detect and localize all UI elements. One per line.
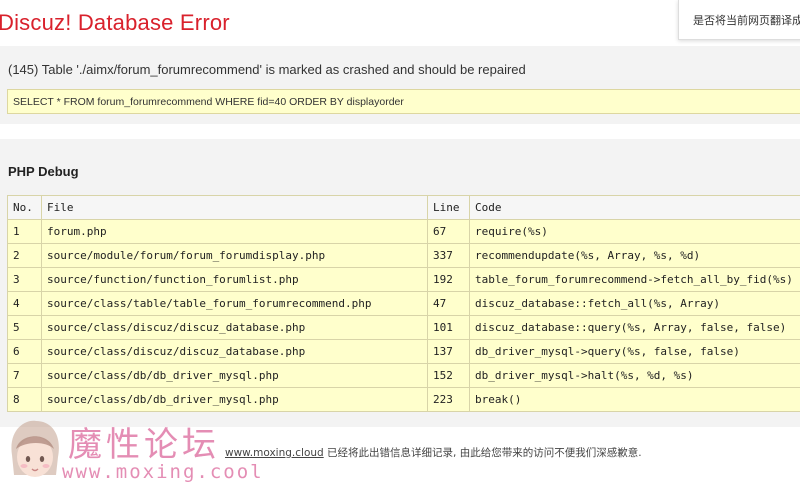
debug-title: PHP Debug (8, 164, 79, 179)
watermark-chinese-text: 魔性论坛 (68, 425, 220, 465)
cell-file: source/module/forum/forum_forumdisplay.p… (41, 243, 428, 268)
cell-line: 47 (427, 291, 470, 316)
cell-code: discuz_database::query(%s, Array, false,… (469, 315, 800, 340)
cell-line: 192 (427, 267, 470, 292)
cell-no: 4 (7, 291, 42, 316)
column-header-line: Line (427, 195, 470, 220)
cell-no: 1 (7, 219, 42, 244)
cell-file: source/class/discuz/discuz_database.php (41, 339, 428, 364)
cell-line: 223 (427, 387, 470, 412)
cell-file: source/function/function_forumlist.php (41, 267, 428, 292)
footer-link[interactable]: www.moxing.cloud (225, 447, 324, 459)
girl-face-icon (11, 420, 59, 477)
table-row: 8 source/class/db/db_driver_mysql.php 22… (7, 387, 800, 412)
table-row: 2 source/module/forum/forum_forumdisplay… (7, 243, 800, 268)
table-row: 4 source/class/table/table_forum_forumre… (7, 291, 800, 316)
cell-code: db_driver_mysql->query(%s, false, false) (469, 339, 800, 364)
error-message-box: (145) Table './aimx/forum_forumrecommend… (0, 46, 800, 124)
cell-line: 67 (427, 219, 470, 244)
cell-code: discuz_database::fetch_all(%s, Array) (469, 291, 800, 316)
watermark-url-text: www.moxing.cool (62, 461, 264, 483)
column-header-code: Code (469, 195, 800, 220)
sql-query-box: SELECT * FROM forum_forumrecommend WHERE… (7, 89, 800, 114)
cell-file: source/class/db/db_driver_mysql.php (41, 363, 428, 388)
cell-file: source/class/db/db_driver_mysql.php (41, 387, 428, 412)
cell-line: 337 (427, 243, 470, 268)
error-message: (145) Table './aimx/forum_forumrecommend… (8, 62, 526, 77)
cell-no: 7 (7, 363, 42, 388)
table-header-row: No. File Line Code (7, 195, 800, 220)
cell-no: 5 (7, 315, 42, 340)
forum-watermark: 魔性论坛 www.moxing.cool (4, 415, 262, 490)
error-title: Discuz! Database Error (0, 10, 230, 35)
cell-line: 101 (427, 315, 470, 340)
cell-line: 152 (427, 363, 470, 388)
column-header-file: File (41, 195, 428, 220)
cell-code: db_driver_mysql->halt(%s, %d, %s) (469, 363, 800, 388)
translate-prompt[interactable]: 是否将当前网页翻译成 (678, 0, 800, 40)
cell-code: recommendupdate(%s, Array, %s, %d) (469, 243, 800, 268)
cell-no: 6 (7, 339, 42, 364)
table-row: 3 source/function/function_forumlist.php… (7, 267, 800, 292)
footer-note: www.moxing.cloud 已经将此出错信息详细记录, 由此给您带来的访问… (225, 445, 642, 460)
table-row: 7 source/class/db/db_driver_mysql.php 15… (7, 363, 800, 388)
cell-file: source/class/discuz/discuz_database.php (41, 315, 428, 340)
table-row: 1 forum.php 67 require(%s) (7, 219, 800, 244)
cell-code: break() (469, 387, 800, 412)
cell-no: 2 (7, 243, 42, 268)
cell-code: table_forum_forumrecommend->fetch_all_by… (469, 267, 800, 292)
cell-line: 137 (427, 339, 470, 364)
debug-trace-table: No. File Line Code 1 forum.php 67 requir… (7, 195, 800, 412)
cell-file: source/class/table/table_forum_forumreco… (41, 291, 428, 316)
column-header-no: No. (7, 195, 42, 220)
cell-no: 3 (7, 267, 42, 292)
cell-no: 8 (7, 387, 42, 412)
table-row: 6 source/class/discuz/discuz_database.ph… (7, 339, 800, 364)
cell-file: forum.php (41, 219, 428, 244)
php-debug-panel: PHP Debug No. File Line Code 1 forum.php… (0, 139, 800, 427)
table-row: 5 source/class/discuz/discuz_database.ph… (7, 315, 800, 340)
cell-code: require(%s) (469, 219, 800, 244)
footer-message: 已经将此出错信息详细记录, 由此给您带来的访问不便我们深感歉意. (323, 447, 642, 459)
